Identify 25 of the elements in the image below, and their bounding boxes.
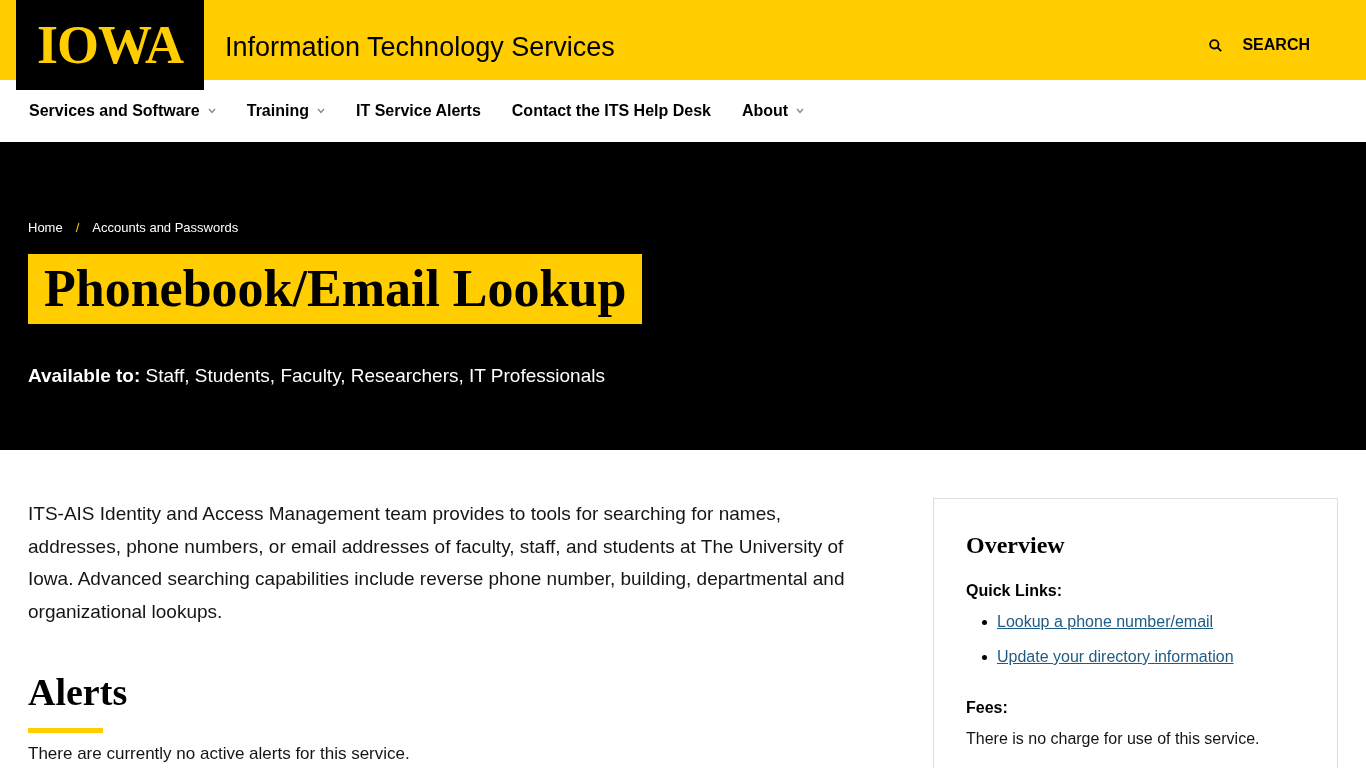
nav-menu-item[interactable]: Services and Software xyxy=(29,100,216,122)
breadcrumb-separator: / xyxy=(75,220,80,236)
search-icon xyxy=(1209,38,1223,52)
nav-menu-item[interactable]: Contact the ITS Help Desk xyxy=(511,100,711,122)
availability-text: Available to: Staff, Students, Faculty, Researchers, IT Professionals xyxy=(28,364,606,388)
university-logo[interactable]: IOWA xyxy=(16,0,204,90)
nav-menu-item[interactable]: IT Service Alerts xyxy=(356,100,481,122)
section-heading: Fees: xyxy=(966,698,1009,718)
quick-link[interactable]: Update your directory information xyxy=(997,645,1234,669)
search-button[interactable]: SEARCH xyxy=(1209,34,1310,56)
section-heading: Quick Links: xyxy=(966,581,1064,601)
site-title: Information Technology Services xyxy=(225,31,615,64)
nav-menu-item[interactable]: Training xyxy=(246,100,325,122)
page-title: Phonebook/Email Lookup xyxy=(28,254,643,324)
alerts-text: There are currently no active alerts for this service. xyxy=(28,743,411,765)
fees-text: There is no charge for use of this service. xyxy=(966,729,1261,749)
breadcrumb-link[interactable]: Accounts and Passwords xyxy=(92,220,239,236)
bullet-icon xyxy=(982,619,987,625)
breadcrumb-link[interactable]: Home xyxy=(28,220,63,236)
alerts-heading: Alerts xyxy=(28,670,129,714)
quick-link[interactable]: Lookup a phone number/email xyxy=(997,610,1214,634)
card-heading: Overview xyxy=(966,531,1066,560)
bullet-icon xyxy=(982,654,987,660)
intro-paragraph: ITS-AIS Identity and Access Management team provides to tools for searching for names, addresses, phone numbers, or email addresses of faculty, staff, and students at The University of Iowa. Advanced searching capabilities include reverse phone number, building, departmental and organizational lookups. xyxy=(28,502,846,624)
nav-menu-item[interactable]: About xyxy=(741,100,805,122)
